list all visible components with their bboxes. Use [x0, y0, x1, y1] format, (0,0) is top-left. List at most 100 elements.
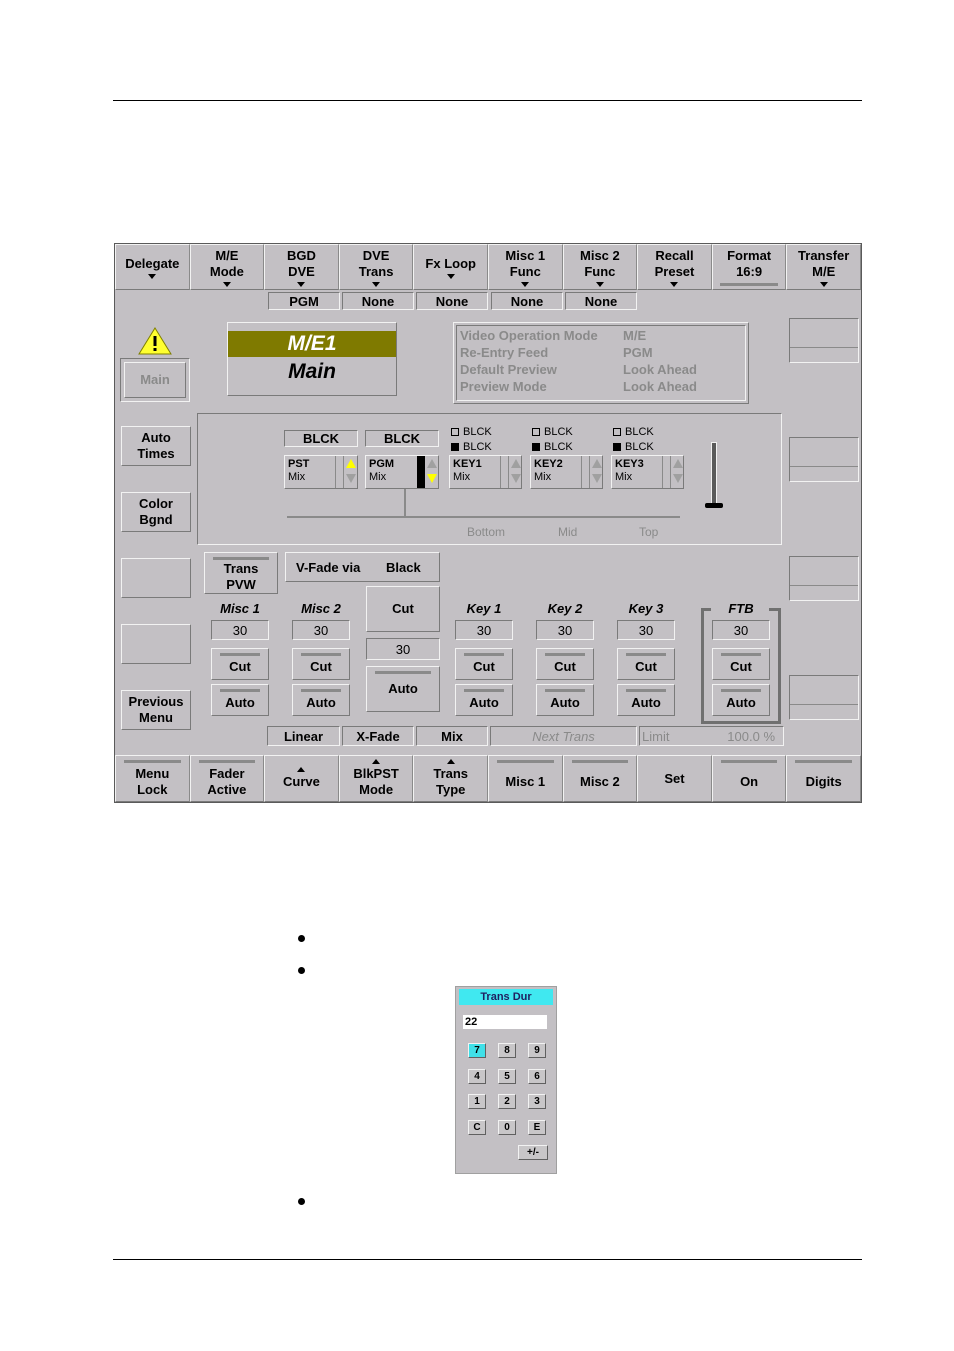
group-auto-button[interactable]: Auto — [455, 684, 513, 716]
bottom-button-curve[interactable]: Curve — [264, 755, 339, 802]
key-cut-source[interactable]: BLCK — [451, 441, 492, 453]
button-labels: Trans Type — [433, 766, 468, 798]
trans-pvw-button[interactable]: Trans PVW — [204, 552, 278, 594]
fader-handle[interactable] — [705, 503, 723, 508]
arrow-down-icon[interactable] — [346, 474, 356, 483]
group-cut-button[interactable]: Cut — [292, 648, 350, 680]
main-cut-button[interactable]: Cut — [366, 586, 440, 632]
bottom-button-on[interactable]: On — [711, 755, 787, 802]
group-auto-button[interactable]: Auto — [211, 684, 269, 716]
top-button-bgd-dve[interactable]: BGD DVE — [264, 244, 339, 290]
indicator-bar — [220, 653, 260, 656]
main-button[interactable]: Main — [124, 362, 186, 398]
vfade-box[interactable]: V-Fade via Black — [285, 552, 440, 582]
me-sub-label: Main — [288, 360, 336, 383]
group-rate-field[interactable]: 30 — [455, 620, 513, 640]
dve-trans-value: None — [342, 292, 414, 310]
keypad-key-sign[interactable]: +/- — [518, 1145, 548, 1160]
pgm-bus-box[interactable]: PGM Mix — [365, 455, 439, 489]
right-button-3[interactable] — [789, 556, 859, 601]
top-button-misc-2-func[interactable]: Misc 2 Func — [562, 244, 638, 290]
button-labels: On — [740, 774, 758, 790]
key-name: KEY3 — [615, 458, 644, 470]
empty-left-button-2[interactable] — [121, 624, 191, 664]
keypad-key-8[interactable]: 8 — [498, 1043, 516, 1058]
bottom-button-blkpst-mode[interactable]: BlkPST Mode — [338, 755, 414, 802]
cut-label: Cut — [310, 659, 332, 674]
arrow-down-icon[interactable] — [427, 474, 437, 483]
key-cut-source[interactable]: BLCK — [532, 441, 573, 453]
top-button-format-16-9[interactable]: Format 16:9 — [711, 244, 787, 290]
arrow-up-icon[interactable] — [673, 459, 683, 468]
group-cut-button[interactable]: Cut — [536, 648, 594, 680]
empty-left-button-1[interactable] — [121, 558, 191, 598]
key-bus-box-3[interactable]: KEY3 Mix — [611, 455, 684, 489]
keypad-key-1[interactable]: 1 — [468, 1094, 486, 1109]
arrow-up-icon[interactable] — [346, 459, 356, 468]
bottom-button-trans-type[interactable]: Trans Type — [413, 755, 488, 802]
bottom-button-misc-1[interactable]: Misc 1 — [488, 755, 563, 802]
top-button-misc-1-func[interactable]: Misc 1 Func — [488, 244, 563, 290]
group-cut-button[interactable]: Cut — [455, 648, 513, 680]
keypad-key-3[interactable]: 3 — [528, 1094, 546, 1109]
right-button-1[interactable] — [789, 318, 859, 363]
key-fill-source[interactable]: BLCK — [451, 426, 492, 438]
right-button-4[interactable] — [789, 675, 859, 720]
top-button-dve-trans[interactable]: DVE Trans — [338, 244, 414, 290]
pst-bus-box[interactable]: PST Mix — [284, 455, 358, 489]
keypad-key-e[interactable]: E — [528, 1119, 546, 1135]
auto-times-button[interactable]: Auto Times — [121, 426, 191, 466]
key-fill-source[interactable]: BLCK — [532, 426, 573, 438]
group-auto-button[interactable]: Auto — [536, 684, 594, 716]
keypad-key-0[interactable]: 0 — [498, 1119, 516, 1135]
button-label: On — [740, 773, 759, 789]
key-cut-source[interactable]: BLCK — [613, 441, 654, 453]
keypad-key-7[interactable]: 7 — [468, 1043, 486, 1058]
keypad-key-9[interactable]: 9 — [528, 1043, 546, 1058]
keypad-key-c[interactable]: C — [468, 1119, 486, 1135]
keypad-key-6[interactable]: 6 — [528, 1068, 546, 1084]
top-button-recall-preset[interactable]: Recall Preset — [637, 244, 712, 290]
group-rate-field[interactable]: 30 — [211, 620, 269, 640]
key-fill-source[interactable]: BLCK — [613, 426, 654, 438]
keypad-key-5[interactable]: 5 — [498, 1068, 516, 1084]
group-cut-button[interactable]: Cut — [211, 648, 269, 680]
key-bus-box-1[interactable]: KEY1 Mix — [449, 455, 522, 489]
arrow-down-icon[interactable] — [592, 474, 602, 483]
arrow-down-icon[interactable] — [511, 474, 521, 483]
arrow-up-icon[interactable] — [427, 459, 437, 468]
arrow-up-icon[interactable] — [511, 459, 521, 468]
group-auto-button[interactable]: Auto — [617, 684, 675, 716]
top-button-m-e-mode[interactable]: M/E Mode — [189, 244, 265, 290]
main-auto-button[interactable]: Auto — [366, 666, 440, 712]
bottom-button-digits[interactable]: Digits — [786, 755, 861, 802]
previous-menu-button[interactable]: Previous Menu — [121, 690, 191, 730]
main-rate-field[interactable]: 30 — [366, 638, 440, 660]
group-rate-field[interactable]: 30 — [617, 620, 675, 640]
group-rate-field[interactable]: 30 — [292, 620, 350, 640]
button-label: DVE — [288, 263, 315, 279]
group-rate-field[interactable]: 30 — [536, 620, 594, 640]
right-button-2[interactable] — [789, 437, 859, 482]
group-cut-button[interactable]: Cut — [617, 648, 675, 680]
arrow-down-icon[interactable] — [673, 474, 683, 483]
cut-label: Cut — [730, 659, 752, 674]
keypad-key-2[interactable]: 2 — [498, 1094, 516, 1109]
group-auto-button[interactable]: Auto — [292, 684, 350, 716]
group-rate-field[interactable]: 30 — [712, 620, 770, 640]
top-button-transfer-m-e[interactable]: Transfer M/E — [786, 244, 861, 290]
arrow-up-icon[interactable] — [592, 459, 602, 468]
keypad-key-4[interactable]: 4 — [468, 1068, 486, 1084]
bottom-button-misc-2[interactable]: Misc 2 — [562, 755, 638, 802]
color-bgnd-button[interactable]: Color Bgnd — [121, 492, 191, 532]
bottom-button-menu-lock[interactable]: Menu Lock — [115, 755, 190, 802]
bottom-button-fader-active[interactable]: Fader Active — [189, 755, 265, 802]
top-button-fx-loop[interactable]: Fx Loop — [413, 244, 488, 290]
key-bus-box-2[interactable]: KEY2 Mix — [530, 455, 603, 489]
group-auto-button[interactable]: Auto — [712, 684, 770, 716]
keypad-value-input[interactable]: 22 — [463, 1015, 547, 1029]
top-button-delegate[interactable]: Delegate — [115, 244, 190, 290]
group-cut-button[interactable]: Cut — [712, 648, 770, 680]
button-label: Recall — [655, 247, 694, 263]
bottom-button-set[interactable]: Set — [637, 755, 712, 802]
